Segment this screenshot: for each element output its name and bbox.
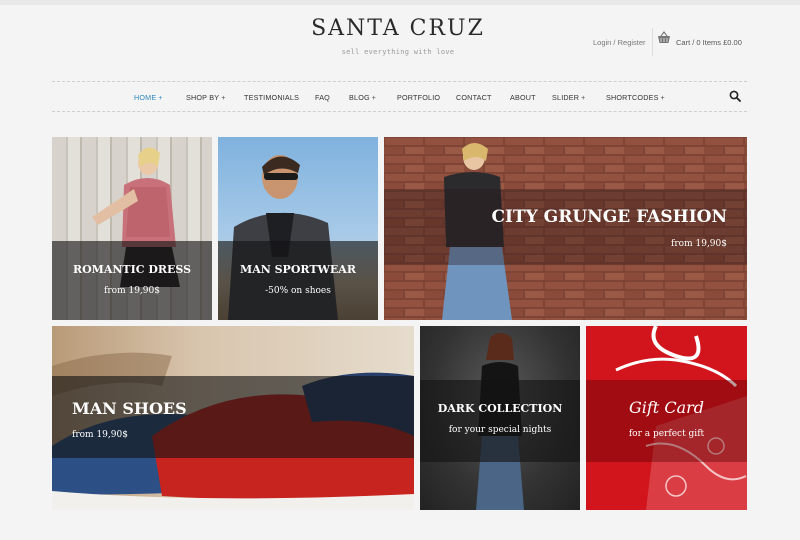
tile-romantic-dress[interactable]: ROMANTIC DRESS from 19,90$ bbox=[52, 137, 212, 320]
nav-item-portfolio[interactable]: PORTFOLIO bbox=[397, 93, 440, 102]
nav-item-label: FAQ bbox=[315, 93, 330, 102]
nav-item-label: SLIDER bbox=[552, 93, 580, 102]
nav-item-label: HOME bbox=[134, 93, 157, 102]
tile-title: CITY GRUNGE FASHION bbox=[491, 207, 728, 227]
tile-caption-band bbox=[52, 241, 212, 320]
nav-item-shop-by[interactable]: SHOP BY + bbox=[186, 93, 226, 102]
nav-item-shortcodes[interactable]: SHORTCODES + bbox=[606, 93, 665, 102]
nav-item-label: CONTACT bbox=[456, 93, 492, 102]
tile-dark-collection[interactable]: DARK COLLECTION for your special nights bbox=[420, 326, 580, 510]
nav-item-testimonials[interactable]: TESTIMONIALS bbox=[244, 93, 299, 102]
search-icon[interactable] bbox=[729, 90, 741, 102]
tile-gift-card[interactable]: Gift Card for a perfect gift bbox=[586, 326, 747, 510]
site-logo[interactable]: SANTA CRUZ bbox=[300, 16, 496, 41]
submenu-plus-icon: + bbox=[221, 95, 226, 102]
nav-item-blog[interactable]: BLOG + bbox=[349, 93, 376, 102]
tile-caption-band bbox=[420, 380, 580, 462]
nav-item-label: PORTFOLIO bbox=[397, 93, 441, 102]
tile-man-shoes[interactable]: MAN SHOES from 19,90$ bbox=[52, 326, 414, 510]
site-tagline: sell everything with love bbox=[341, 48, 455, 56]
submenu-plus-icon: + bbox=[660, 95, 665, 102]
nav-item-home[interactable]: HOME + bbox=[134, 93, 163, 102]
header-divider bbox=[652, 28, 653, 56]
tile-title: MAN SPORTWEAR bbox=[240, 263, 356, 276]
tile-title: MAN SHOES bbox=[72, 399, 187, 418]
nav-item-contact[interactable]: CONTACT bbox=[456, 93, 492, 102]
nav-item-slider[interactable]: SLIDER + bbox=[552, 93, 585, 102]
submenu-plus-icon: + bbox=[158, 95, 163, 102]
tile-title: ROMANTIC DRESS bbox=[72, 263, 192, 276]
tile-subtitle: from 19,90$ bbox=[72, 430, 128, 440]
main-nav: HOME + SHOP BY + TESTIMONIALS FAQ BLOG + PO… bbox=[52, 81, 747, 112]
tile-subtitle: for a perfect gift bbox=[628, 429, 705, 439]
nav-item-label: BLOG bbox=[349, 93, 370, 102]
submenu-plus-icon: + bbox=[581, 95, 586, 102]
nav-item-about[interactable]: ABOUT bbox=[510, 93, 536, 102]
nav-item-faq[interactable]: FAQ bbox=[315, 93, 330, 102]
login-register-link[interactable]: Login / Register bbox=[593, 38, 646, 47]
submenu-plus-icon: + bbox=[371, 95, 377, 102]
tile-caption-band bbox=[218, 241, 378, 320]
nav-item-label: ABOUT bbox=[510, 93, 536, 102]
tile-man-sportwear[interactable]: MAN SPORTWEAR -50% on shoes bbox=[218, 137, 378, 320]
tile-city-grunge-fashion[interactable]: CITY GRUNGE FASHION from 19,90$ bbox=[384, 137, 747, 320]
tile-subtitle: from 19,90$ bbox=[671, 239, 727, 249]
tile-subtitle: from 19,90$ bbox=[104, 286, 160, 296]
tile-title: DARK COLLECTION bbox=[437, 402, 563, 415]
tile-subtitle: for your special nights bbox=[448, 425, 552, 435]
tile-caption-band bbox=[586, 380, 747, 462]
basket-icon[interactable] bbox=[657, 31, 671, 45]
nav-item-label: TESTIMONIALS bbox=[244, 93, 300, 102]
nav-item-label: SHOP BY bbox=[186, 93, 220, 102]
tile-title: Gift Card bbox=[628, 398, 704, 417]
tile-subtitle: -50% on shoes bbox=[265, 286, 331, 296]
nav-item-label: SHORTCODES bbox=[606, 93, 659, 102]
cart-summary-link[interactable]: Cart / 0 Items £0.00 bbox=[676, 38, 742, 47]
tile-caption-band bbox=[384, 189, 747, 265]
top-strip bbox=[0, 0, 800, 5]
